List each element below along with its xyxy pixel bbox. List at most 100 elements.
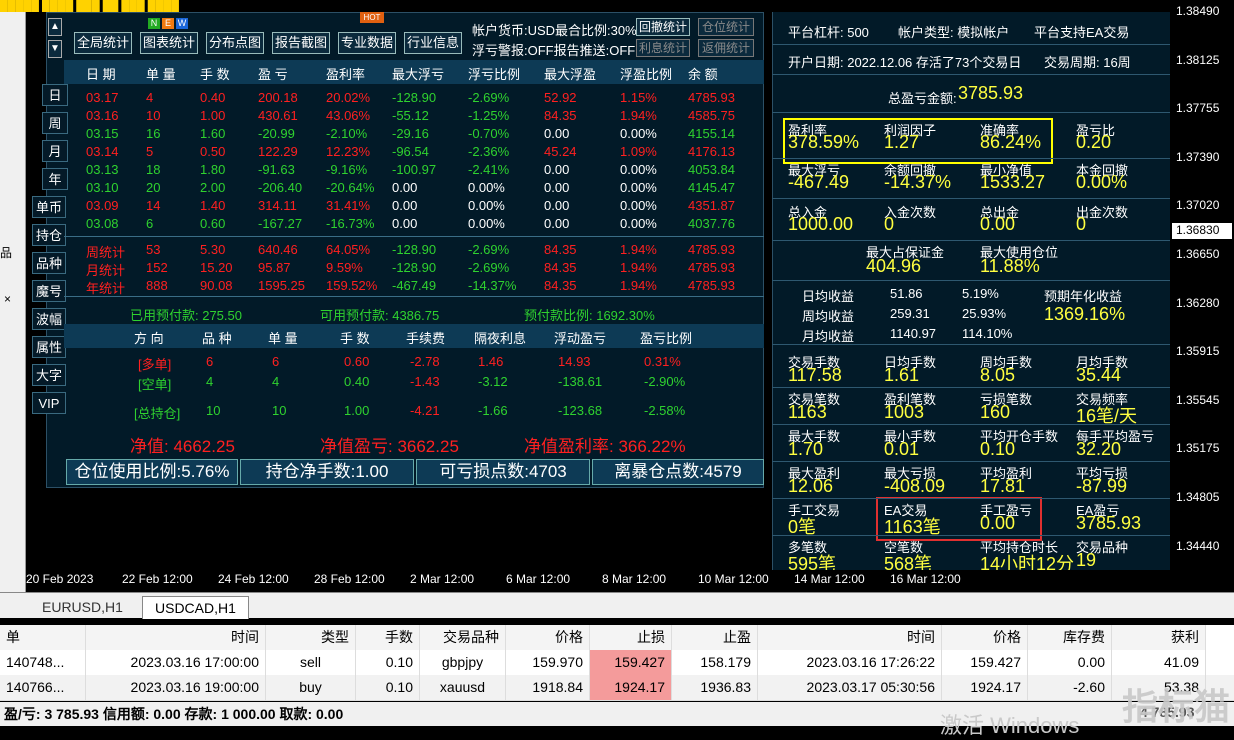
period-year-button[interactable]: 年 <box>42 168 68 190</box>
summary-row-cell: 4785.93 <box>688 278 735 293</box>
column-header[interactable]: 手数 <box>356 625 420 650</box>
table-cell: xauusd <box>420 675 506 700</box>
rebate-stats-button[interactable]: 返佣统计 <box>698 39 754 57</box>
close-icon[interactable]: × <box>4 292 11 306</box>
column-header[interactable]: 时间 <box>86 625 266 650</box>
interest-stats-button[interactable]: 利息统计 <box>636 39 690 57</box>
report-screenshot-button[interactable]: 报告截图 <box>272 32 330 54</box>
side-button-magic[interactable]: 魔号 <box>32 280 66 302</box>
period-week-button[interactable]: 周 <box>42 112 68 134</box>
daily-row-cell: 16 <box>146 126 161 141</box>
position-row-cell: 10 <box>206 403 221 418</box>
column-header[interactable]: 单 <box>0 625 86 650</box>
daily-row-cell: -2.41% <box>468 162 510 177</box>
column-header[interactable]: 类型 <box>266 625 356 650</box>
stat-value: 19 <box>1076 550 1097 570</box>
side-button-volatility[interactable]: 波幅 <box>32 308 66 330</box>
summary-row-cell: -467.49 <box>392 278 437 293</box>
time-axis: 20 Feb 2023 22 Feb 12:00 24 Feb 12:00 28 Fe… <box>26 570 1170 592</box>
side-button-attributes[interactable]: 属性 <box>32 336 66 358</box>
equity-value: 净值: 4662.25 <box>130 437 235 456</box>
daily-row-cell: -2.69% <box>468 90 510 105</box>
stat-value: -87.99 <box>1076 476 1128 496</box>
position-row-cell: 0.31% <box>644 354 681 369</box>
scroll-down-button[interactable]: ▼ <box>48 40 62 58</box>
table-cell: 140766... <box>0 675 86 700</box>
new-badge-n: N <box>148 18 160 29</box>
period-month-button[interactable]: 月 <box>42 140 68 162</box>
period-day-button[interactable]: 日 <box>42 84 68 106</box>
daily-row-cell: 5 <box>146 144 154 159</box>
side-button-symbols[interactable]: 品种 <box>32 252 66 274</box>
summary-row-cell: 年统计 <box>86 281 126 296</box>
daily-row-cell: 4 <box>146 90 154 105</box>
position-row-cell: 1.46 <box>478 354 504 369</box>
time-tick: 8 Mar 12:00 <box>602 572 667 586</box>
column-header[interactable]: 库存费 <box>1028 625 1112 650</box>
scroll-up-button[interactable]: ▲ <box>48 18 62 36</box>
drawdown-stats-button[interactable]: 回撤统计 <box>636 18 690 36</box>
daily-row-cell: 0.00 <box>544 198 570 213</box>
daily-row-cell: 1.09% <box>620 144 657 159</box>
column-header[interactable]: 止损 <box>590 625 672 650</box>
site-watermark: 指标猫 <box>1121 686 1230 727</box>
column-header[interactable]: 交易品种 <box>420 625 506 650</box>
position-usage-box: 仓位使用比例:5.76% <box>66 459 238 485</box>
position-row-cell: -1.66 <box>478 403 508 418</box>
daily-row-cell: -16.73% <box>326 216 375 231</box>
tab-usdcad[interactable]: USDCAD,H1 <box>142 596 249 619</box>
table-row[interactable]: 140766... 2023.03.16 19:00:00 buy 0.10 xauus… <box>0 675 1234 701</box>
column-header[interactable]: 价格 <box>506 625 590 650</box>
table-row[interactable]: 140748... 2023.03.16 17:00:00 sell 0.10 gbpj… <box>0 650 1234 676</box>
current-price-label: 1.36830 <box>1172 223 1232 239</box>
daily-row-cell: 03.17 <box>86 90 119 105</box>
stat-value: 0.00% <box>1076 172 1128 192</box>
position-row-cell: -1.43 <box>410 374 440 389</box>
time-tick: 16 Mar 12:00 <box>890 572 961 586</box>
daily-row-cell: 6 <box>146 216 154 231</box>
stat-value: 1.61 <box>884 365 920 385</box>
column-header[interactable]: 时间 <box>758 625 942 650</box>
summary-row-cell: 1.94% <box>620 242 657 257</box>
pro-data-button[interactable]: 专业数据 <box>338 32 396 54</box>
divider <box>772 280 1170 281</box>
daily-row-cell: 14 <box>146 198 161 213</box>
column-header[interactable]: 获利 <box>1112 625 1206 650</box>
daily-row-cell: 4037.76 <box>688 216 735 231</box>
table-cell: 1924.17 <box>942 675 1028 700</box>
industry-info-button[interactable]: 行业信息 <box>404 32 462 54</box>
column-header: 手 数 <box>200 67 230 82</box>
column-header: 隔夜利息 <box>474 331 527 346</box>
summary-row-cell: 95.87 <box>258 260 291 275</box>
max-position-value: 11.88% <box>980 256 1040 276</box>
daily-row-cell: 0.00% <box>620 180 657 195</box>
column-header: 最大浮盈 <box>544 67 597 82</box>
side-button-vip[interactable]: VIP <box>32 392 66 414</box>
daily-row-cell: -2.10% <box>326 126 368 141</box>
global-stats-button[interactable]: 全局统计 <box>74 32 132 54</box>
position-row-cell: [多单] <box>138 357 172 372</box>
summary-row-cell: 15.20 <box>200 260 233 275</box>
distribution-button[interactable]: 分布点图 <box>206 32 264 54</box>
daily-row-cell: -29.16 <box>392 126 429 141</box>
daily-row-cell: -2.36% <box>468 144 510 159</box>
summary-row-cell: 1.94% <box>620 278 657 293</box>
trade-history-table: 单时间 类型 手数 交易品种 价格 止损 止盈 时间 价格 库存费 获利 140748... 2023.… <box>0 625 1234 701</box>
side-button-holdings[interactable]: 持仓 <box>32 224 66 246</box>
daily-row-cell: 0.00 <box>544 180 570 195</box>
position-stats-button[interactable]: 仓位统计 <box>698 18 754 36</box>
chart-stats-button[interactable]: 图表统计 <box>140 32 198 54</box>
side-button-big-font[interactable]: 大字 <box>32 364 66 386</box>
side-button-single-currency[interactable]: 单币 <box>32 196 66 218</box>
table-cell: buy <box>266 675 356 700</box>
table-header-row: 单时间 类型 手数 交易品种 价格 止损 止盈 时间 价格 库存费 获利 <box>0 625 1234 651</box>
tab-eurusd[interactable]: EURUSD,H1 <box>30 596 135 618</box>
avg-return-label: 日均收益 <box>802 289 855 304</box>
daily-row-cell: 0.00 <box>544 162 570 177</box>
summary-row-cell: 90.08 <box>200 278 233 293</box>
column-header[interactable]: 价格 <box>942 625 1028 650</box>
account-currency-info: 帐户货币:USD最合比例:30% <box>472 23 637 38</box>
top-title-strip: █████ ████ ███ ██ ███ ████ <box>0 0 1234 12</box>
stat-value: 0.10 <box>980 439 1016 459</box>
column-header[interactable]: 止盈 <box>672 625 758 650</box>
